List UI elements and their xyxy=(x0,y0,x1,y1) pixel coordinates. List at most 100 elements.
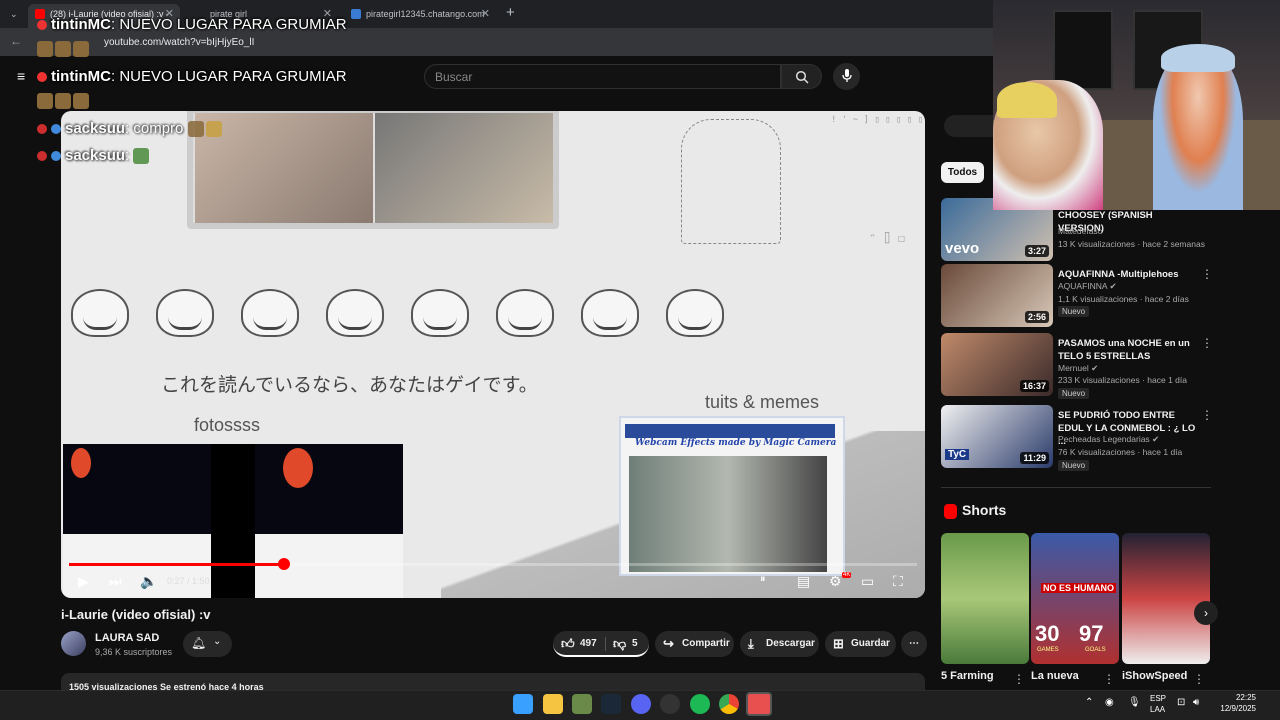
input-language[interactable]: ESP xyxy=(1150,694,1166,703)
verified-check-icon: ✔︎ xyxy=(1091,363,1099,373)
chat-message: tintinMC: NUEVO LUGAR PARA GRUMIAR xyxy=(37,16,347,33)
share-label: Compartir xyxy=(682,638,730,649)
verified-check-icon: ✔︎ xyxy=(1109,281,1117,291)
thumbs-up-icon[interactable]: 👍︎ xyxy=(561,631,575,657)
minecraft-icon[interactable] xyxy=(572,694,592,714)
short-title[interactable]: iShowSpeed xyxy=(1122,670,1187,682)
tray-app-icon[interactable]: ◉ xyxy=(1105,697,1114,708)
input-layout[interactable]: LAA xyxy=(1150,705,1165,714)
steam-icon[interactable] xyxy=(601,694,621,714)
save-button[interactable]: ⊞ Guardar xyxy=(825,631,896,657)
chevron-up-icon[interactable]: ⌃ xyxy=(1085,697,1093,708)
new-tab-button[interactable]: + xyxy=(506,4,515,21)
clock-date[interactable]: 12/9/2025 xyxy=(1214,704,1256,713)
badge-icon xyxy=(37,20,47,31)
clock-time[interactable]: 22:25 xyxy=(1226,693,1256,702)
next-icon[interactable]: ⏭ xyxy=(109,573,122,590)
dislike-count[interactable]: 5 xyxy=(632,631,638,657)
chat-message: sacksuu: compro xyxy=(37,120,224,138)
share-button[interactable]: ↪ Compartir xyxy=(655,631,734,657)
duration-badge: 16:37 xyxy=(1019,380,1049,392)
play-icon[interactable]: ▶ xyxy=(78,573,89,590)
fullscreen-icon[interactable]: ⛶ xyxy=(893,573,903,590)
more-actions-button[interactable]: ⋯ xyxy=(901,631,927,657)
time-display: 0:27 / 1:50 xyxy=(167,576,210,586)
short-thumbnail[interactable] xyxy=(1122,533,1210,664)
recommendation-item[interactable]: 2:56 AQUAFINNA -Multiplehoes AQUAFINNA ✔… xyxy=(941,264,1213,329)
theater-mode-icon[interactable]: ▭ xyxy=(861,573,874,590)
streamer-webcam xyxy=(993,0,1280,210)
video-player[interactable]: ! ' ~ ] ▯ ▯ ▯ ▯ ▯ ᵔ ⌷ ☐ これを読んでいるなら、あなたはゲ… xyxy=(61,111,925,598)
chip-todos[interactable]: Todos xyxy=(941,162,984,183)
subscription-bell-button[interactable]: 🔔︎ ⌄ xyxy=(183,631,232,657)
chat-text: : NUEVO LUGAR PARA GRUMIAR xyxy=(110,16,347,33)
thumbs-down-icon[interactable]: 👎︎ xyxy=(613,631,626,657)
voice-search-button[interactable] xyxy=(833,63,860,90)
more-vertical-icon[interactable]: ⋮ xyxy=(1201,336,1213,350)
discord-icon[interactable] xyxy=(631,694,651,714)
webcam-image xyxy=(629,456,827,572)
channel-label: Mernuel xyxy=(1058,363,1089,373)
channel-avatar[interactable] xyxy=(61,631,86,656)
download-button[interactable]: ⤓ Descargar xyxy=(740,631,819,657)
url-text[interactable]: youtube.com/watch?v=bIjHjyEo_lI xyxy=(104,37,254,48)
file-explorer-icon[interactable] xyxy=(543,694,563,714)
badge-icon xyxy=(51,124,61,135)
channel-name[interactable]: LAURA SAD xyxy=(95,632,159,644)
network-icon[interactable]: ⊡ xyxy=(1177,697,1185,708)
close-icon[interactable]: ✕ xyxy=(481,4,490,24)
trollface-icon xyxy=(666,289,724,337)
new-badge: Nuevo xyxy=(1058,306,1090,317)
spotify-icon[interactable] xyxy=(690,694,710,714)
settings-gear-icon[interactable]: ⚙ xyxy=(829,573,842,590)
search-input[interactable] xyxy=(424,64,781,89)
chevron-right-icon: › xyxy=(1204,606,1208,620)
recommendation-title: AQUAFINNA -Multiplehoes xyxy=(1058,269,1179,280)
active-app-icon[interactable] xyxy=(746,692,772,716)
recommendation-item[interactable]: 16:37 PASAMOS una NOCHE en un TELO 5 EST… xyxy=(941,333,1213,399)
new-badge: Nuevo xyxy=(1058,460,1090,471)
hamburger-menu-icon[interactable]: ≡ xyxy=(17,68,25,84)
short-title[interactable]: 5 Farming xyxy=(941,670,994,682)
chat-message: tintinMC: NUEVO LUGAR PARA GRUMIAR xyxy=(37,68,347,85)
recommendation-channel: AQUAFINNA ✔︎ xyxy=(1058,281,1117,292)
short-thumbnail[interactable]: NO ES HUMANO 30 97 GAMES GOALS xyxy=(1031,533,1119,664)
more-vertical-icon[interactable]: ⋮ xyxy=(1201,267,1213,281)
tab-menu-button[interactable]: ⌄ xyxy=(4,4,22,28)
windows-start-icon[interactable] xyxy=(513,694,533,714)
like-count[interactable]: 497 xyxy=(580,631,597,657)
more-vertical-icon[interactable]: ⋮ xyxy=(1103,672,1115,686)
chrome-icon[interactable] xyxy=(719,694,739,714)
video-thumbnail: 2:56 xyxy=(941,264,1053,327)
short-thumbnail[interactable] xyxy=(941,533,1029,664)
divider xyxy=(941,487,1211,488)
obs-icon[interactable] xyxy=(660,694,680,714)
progress-fill xyxy=(69,563,285,566)
back-arrow-icon[interactable]: ← xyxy=(10,34,22,48)
chat-message: sacksuu: xyxy=(37,147,151,165)
blue-hat xyxy=(1161,44,1235,72)
autoplay-toggle-icon[interactable]: ⏸ xyxy=(760,573,766,586)
short-title[interactable]: La nueva xyxy=(1031,670,1079,682)
progress-bar[interactable] xyxy=(69,558,917,570)
more-vertical-icon[interactable]: ⋮ xyxy=(1193,672,1205,686)
speaker-icon[interactable]: 🔊︎ xyxy=(1193,697,1199,708)
microphone-icon[interactable]: 🎙︎ xyxy=(1128,697,1141,708)
search-button[interactable] xyxy=(781,64,822,89)
more-vertical-icon[interactable]: ⋮ xyxy=(1201,408,1213,422)
tyc-logo-icon: TyC xyxy=(945,449,970,460)
chat-username: sacksuu xyxy=(65,120,126,137)
duration-badge: 3:27 xyxy=(1024,245,1049,257)
chatango-favicon-icon xyxy=(351,9,361,19)
volume-icon[interactable]: 🔈 xyxy=(140,573,157,590)
vevo-logo-icon: vevo xyxy=(945,240,980,257)
tab-chatango[interactable]: pirategirl12345.chatango.com ✕ xyxy=(344,4,496,28)
chat-emote-row xyxy=(37,92,91,110)
more-vertical-icon[interactable]: ⋮ xyxy=(1013,672,1025,686)
recommendation-item[interactable]: TyC 11:29 SE PUDRIÓ TODO ENTRE EDUL Y LA … xyxy=(941,405,1213,471)
recommendation-title: PASAMOS una NOCHE en un TELO 5 ESTRELLAS xyxy=(1058,338,1190,362)
subtitles-icon[interactable]: ▤ xyxy=(797,573,810,590)
chat-text: : compro xyxy=(125,120,184,137)
save-icon: ⊞ xyxy=(833,636,844,651)
shorts-next-button[interactable]: › xyxy=(1194,601,1218,625)
